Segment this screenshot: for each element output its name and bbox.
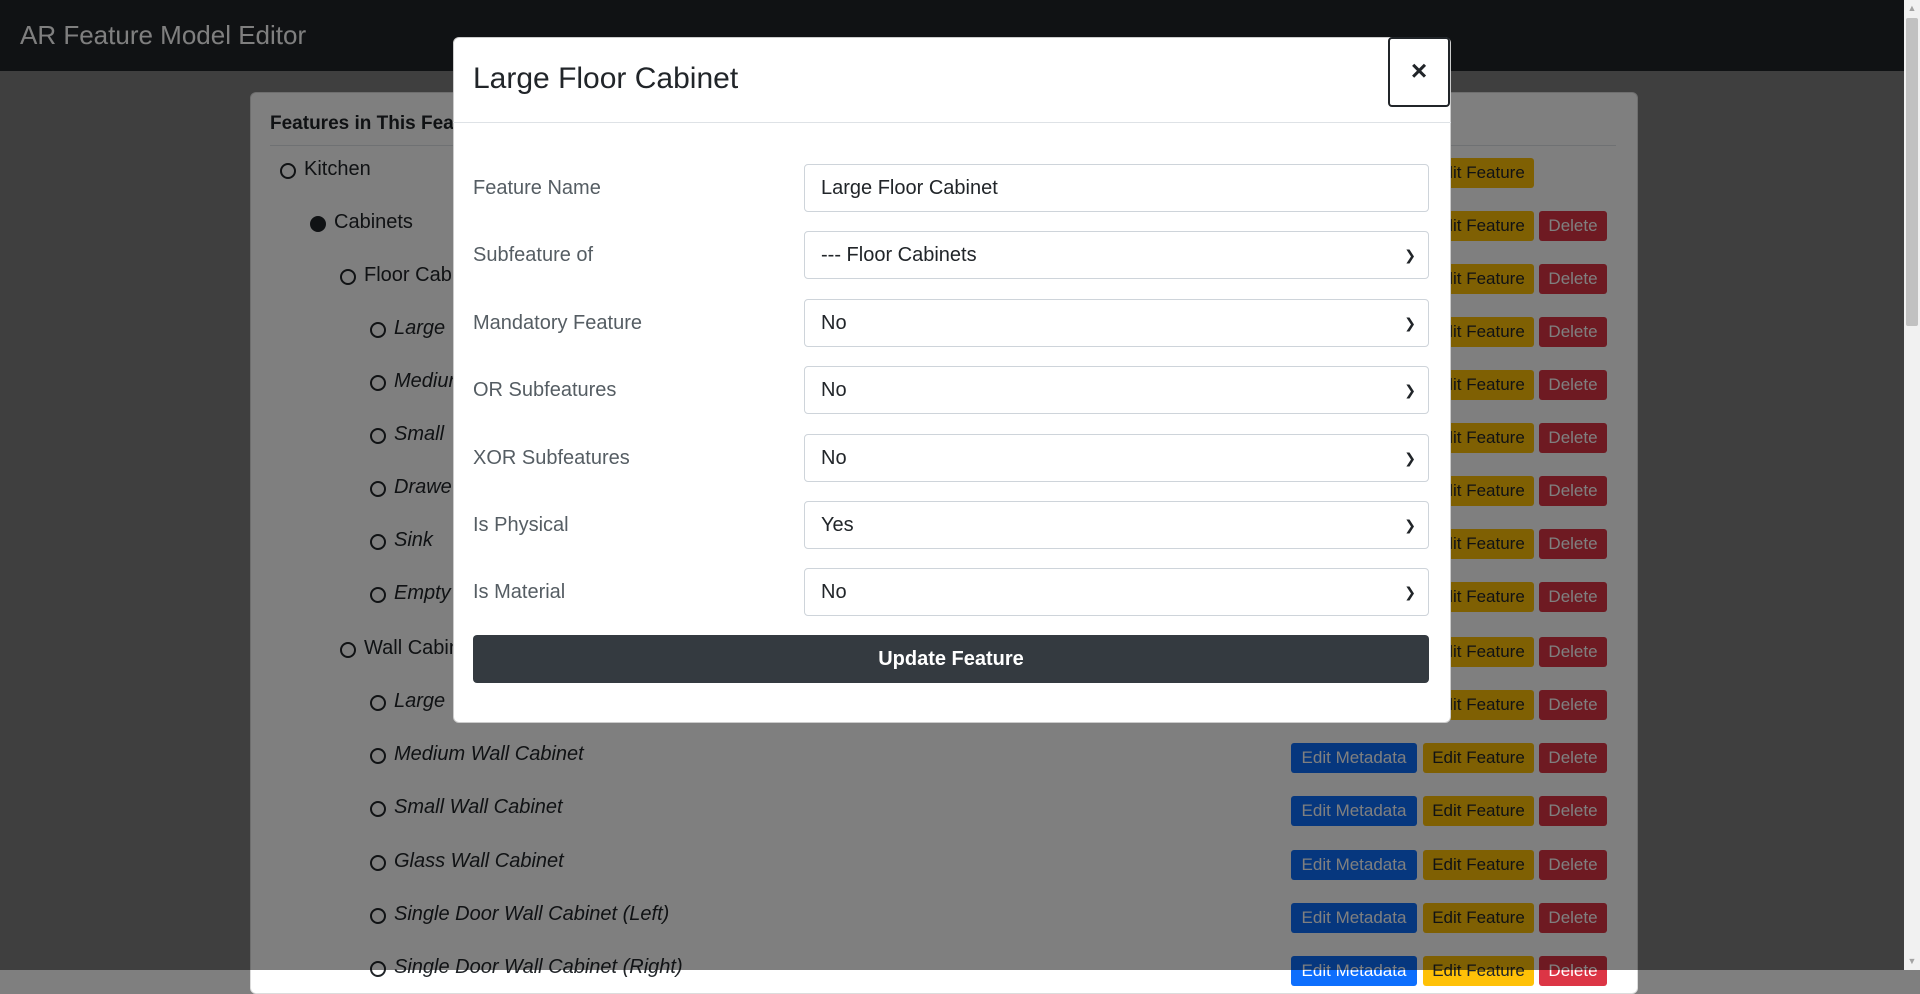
update-feature-button[interactable]: Update Feature <box>473 635 1429 683</box>
chevron-down-icon: ❯ <box>1404 450 1416 466</box>
chevron-down-icon: ❯ <box>1404 315 1416 331</box>
scroll-up-icon[interactable]: ▲ <box>1904 0 1920 17</box>
or-subfeatures-select[interactable]: No ❯ <box>804 366 1429 414</box>
close-button[interactable]: × <box>1388 37 1450 107</box>
or-subfeatures-value: No <box>821 379 847 401</box>
xor-subfeatures-label: XOR Subfeatures <box>473 447 630 469</box>
mandatory-feature-label: Mandatory Feature <box>473 312 642 334</box>
subfeature-of-value: --- Floor Cabinets <box>821 244 977 266</box>
is-material-select[interactable]: No ❯ <box>804 568 1429 616</box>
mandatory-feature-select[interactable]: No ❯ <box>804 299 1429 347</box>
scroll-down-icon[interactable]: ▼ <box>1904 953 1920 970</box>
subfeature-of-select[interactable]: --- Floor Cabinets ❯ <box>804 231 1429 279</box>
chevron-down-icon: ❯ <box>1404 382 1416 398</box>
modal-divider <box>453 122 1451 123</box>
chevron-down-icon: ❯ <box>1404 584 1416 600</box>
is-physical-value: Yes <box>821 514 854 536</box>
xor-subfeatures-value: No <box>821 447 847 469</box>
or-subfeatures-label: OR Subfeatures <box>473 379 617 401</box>
modal-title: Large Floor Cabinet <box>473 62 739 95</box>
chevron-down-icon: ❯ <box>1404 517 1416 533</box>
chevron-down-icon: ❯ <box>1404 247 1416 263</box>
is-material-value: No <box>821 581 847 603</box>
scrollbar-thumb[interactable] <box>1906 18 1918 326</box>
is-physical-label: Is Physical <box>473 514 569 536</box>
xor-subfeatures-select[interactable]: No ❯ <box>804 434 1429 482</box>
feature-name-value: Large Floor Cabinet <box>821 177 998 199</box>
feature-name-input[interactable]: Large Floor Cabinet <box>804 164 1429 212</box>
feature-name-label: Feature Name <box>473 177 601 199</box>
is-physical-select[interactable]: Yes ❯ <box>804 501 1429 549</box>
mandatory-feature-value: No <box>821 312 847 334</box>
is-material-label: Is Material <box>473 581 566 603</box>
subfeature-of-label: Subfeature of <box>473 244 594 266</box>
